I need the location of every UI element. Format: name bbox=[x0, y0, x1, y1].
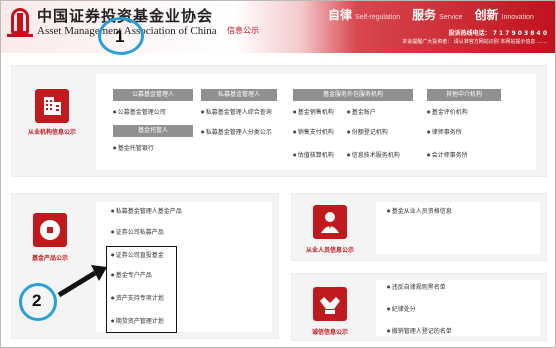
slogan-cn-2: 服务 bbox=[412, 8, 437, 22]
link-securities-private-products[interactable]: 证券公司私募产品 bbox=[111, 228, 164, 237]
annotation-arrow-icon bbox=[57, 265, 107, 298]
link-valuation-institutions[interactable]: 估值核算机构 bbox=[293, 151, 334, 160]
link-disciplinary-actions[interactable]: 纪律处分 bbox=[387, 305, 416, 314]
site-header: 中国证券投资基金业协会 Asset Management Association… bbox=[1, 1, 555, 53]
annotation-number-2: 2 bbox=[32, 291, 42, 310]
amac-logo-icon[interactable] bbox=[7, 8, 33, 38]
slogan-en-1: Self-regulation bbox=[355, 14, 401, 21]
practitioner-label[interactable]: 从业人员信息公示 bbox=[303, 245, 357, 254]
link-self-regulation-blacklist[interactable]: 违反自律规则黑名单 bbox=[387, 283, 446, 292]
integrity-icon[interactable] bbox=[313, 287, 347, 321]
institution-icon[interactable] bbox=[35, 89, 69, 123]
link-fund-sales-institutions[interactable]: 基金销售机构 bbox=[293, 108, 334, 117]
link-sales-payment-institutions[interactable]: 销售支付机构 bbox=[293, 128, 334, 137]
notice-text: 本会提醒广大投资者： 请认准官方网站识别 本网站提示信息 …… bbox=[402, 39, 547, 45]
slogan-en-3: Innovation bbox=[501, 14, 534, 21]
link-accounting-firms[interactable]: 会计师事务所 bbox=[427, 151, 468, 160]
link-private-manager-classified[interactable]: 私募基金管理人分类公示 bbox=[201, 128, 272, 137]
link-practitioner-qualifications[interactable]: 基金从业人员资格信息 bbox=[387, 207, 452, 216]
category-other-intermediaries[interactable]: 其他中介机构 bbox=[427, 89, 501, 101]
practitioner-icon[interactable] bbox=[313, 205, 347, 239]
link-law-firms[interactable]: 律师事务所 bbox=[427, 128, 462, 137]
screenshot-frame: 中国证券投资基金业协会 Asset Management Association… bbox=[0, 0, 556, 348]
institution-label[interactable]: 从业机构信息公示 bbox=[25, 127, 79, 136]
link-private-manager-search[interactable]: 私募基金管理人综合查询 bbox=[201, 108, 272, 117]
slogan-cn-3: 创新 bbox=[474, 8, 499, 22]
link-private-fund-products[interactable]: 私募基金管理人基金产品 bbox=[111, 207, 182, 216]
integrity-label[interactable]: 诚信信息公示 bbox=[303, 327, 357, 336]
link-it-service-institutions[interactable]: 信息技术服务机构 bbox=[347, 151, 400, 160]
slogan-cn-1: 自律 bbox=[328, 8, 353, 22]
category-fund-custodians[interactable]: 基金托管人 bbox=[113, 125, 193, 137]
product-icon[interactable] bbox=[33, 213, 67, 247]
hotline-text: 投诉热线电话： 7 1 7 9 0 3 8 4 0 bbox=[448, 30, 547, 37]
slogan-en-2: Service bbox=[439, 14, 463, 21]
link-public-fund-companies[interactable]: 公募基金管理公司 bbox=[113, 108, 166, 117]
link-share-registration-institutions[interactable]: 份额登记机构 bbox=[347, 128, 388, 137]
annotation-number-1: 1 bbox=[115, 27, 125, 46]
category-private-fund-managers[interactable]: 私募基金管理人 bbox=[201, 89, 277, 101]
link-fund-accounts[interactable]: 基金账户 bbox=[347, 108, 376, 117]
link-fund-rating-institutions[interactable]: 基金评价机构 bbox=[427, 108, 468, 117]
link-custodian-banks[interactable]: 基金托管银行 bbox=[113, 144, 154, 153]
product-label[interactable]: 基金产品公示 bbox=[23, 253, 77, 262]
section-title: 信息公示 bbox=[227, 26, 259, 35]
institution-panel bbox=[11, 65, 547, 177]
category-public-fund-managers[interactable]: 公募基金管理人 bbox=[113, 89, 193, 101]
category-fund-service-institutions[interactable]: 基金服务外包服务机构 bbox=[293, 89, 413, 101]
link-deregistered-managers[interactable]: 撤销管理人登记的名单 bbox=[387, 327, 452, 336]
slogan-bar: 自律 Self-regulation 服务 Service 创新 Innovation bbox=[328, 4, 546, 22]
highlight-box bbox=[106, 246, 177, 333]
